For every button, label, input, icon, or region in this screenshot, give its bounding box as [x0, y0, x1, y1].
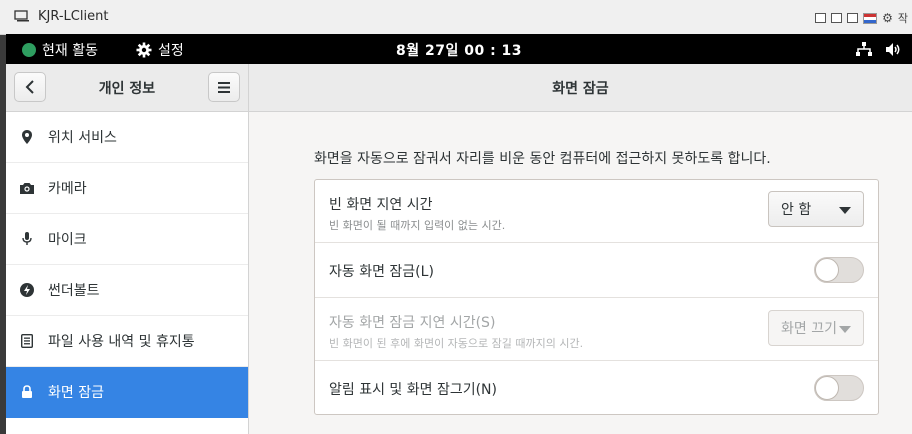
gear-icon[interactable]: ⚙	[882, 12, 893, 24]
sidebar-item-label: 파일 사용 내역 및 휴지통	[48, 334, 195, 350]
sidebar-item-label: 카메라	[48, 181, 87, 197]
network-icon[interactable]	[856, 42, 872, 57]
settings-window: 개인 정보 화면 잠금 위치 서비스 카메라 마이크 썬더볼트 파일 사용 내역…	[6, 64, 912, 434]
blank-screen-delay-title: 빈 화면 지연 시간	[329, 197, 433, 213]
sidebar-item-camera[interactable]: 카메라	[6, 163, 248, 214]
sidebar-item-thunderbolt[interactable]: 썬더볼트	[6, 265, 248, 316]
top-bar: 현재 활동 설정 8월 27일 00 : 13	[6, 34, 912, 64]
sidebar: 위치 서비스 카메라 마이크 썬더볼트 파일 사용 내역 및 휴지통 화면 잠금	[6, 112, 249, 434]
lock-icon	[20, 385, 34, 399]
maximize-icon[interactable]	[847, 13, 859, 23]
blank-screen-delay-subtitle: 빈 화면이 될 때까지 입력이 없는 시간.	[329, 219, 506, 232]
auto-lock-delay-subtitle: 빈 화면이 된 후에 화면이 자동으로 잠길 때까지의 시간.	[329, 337, 584, 350]
blank-screen-delay-value: 안 함	[781, 202, 812, 218]
content-header: 화면 잠금	[249, 64, 912, 112]
client-titlebar: KJR-LClient ⚙ 작	[0, 0, 912, 35]
sidebar-item-location[interactable]: 위치 서비스	[6, 112, 248, 163]
blank-screen-delay-dropdown[interactable]: 안 함	[768, 191, 864, 227]
sidebar-header: 개인 정보	[6, 64, 249, 112]
auto-lock-delay-value: 화면 끄기	[781, 321, 837, 337]
auto-lock-delay-dropdown: 화면 끄기	[768, 310, 864, 346]
page-title: 화면 잠금	[552, 81, 609, 97]
screen-lock-panel: 화면을 자동으로 잠궈서 자리를 비운 동안 컴퓨터에 접근하지 못하도록 합니…	[249, 112, 912, 434]
settings-app-menu[interactable]: 설정	[136, 40, 184, 60]
auto-lock-title: 자동 화면 잠금(L)	[329, 264, 434, 280]
blank-screen-delay-row[interactable]: 빈 화면 지연 시간 빈 화면이 될 때까지 입력이 없는 시간. 안 함	[315, 180, 878, 243]
auto-lock-row[interactable]: 자동 화면 잠금(L)	[315, 243, 878, 298]
client-title: KJR-LClient	[38, 9, 109, 24]
sidebar-item-screen-lock[interactable]: 화면 잠금	[6, 367, 248, 418]
clock[interactable]: 8월 27일 00 : 13	[396, 40, 522, 60]
volume-icon[interactable]	[885, 42, 902, 57]
client-controls-label: 작	[897, 12, 908, 25]
switch-knob	[815, 258, 839, 282]
dropdown-arrow-icon	[839, 207, 851, 214]
hamburger-menu-icon	[218, 81, 230, 93]
activities-icon	[22, 43, 36, 57]
activities-label: 현재 활동	[42, 43, 98, 59]
monitor-icon	[14, 10, 29, 22]
restore-icon[interactable]	[815, 13, 827, 23]
location-pin-icon	[20, 130, 34, 144]
settings-label: 설정	[158, 43, 184, 59]
thunderbolt-icon	[20, 283, 34, 297]
sidebar-item-file-history[interactable]: 파일 사용 내역 및 휴지통	[6, 316, 248, 367]
flag-icon[interactable]	[863, 12, 878, 24]
camera-icon	[20, 181, 34, 195]
gear-icon	[136, 42, 152, 58]
menu-button[interactable]	[208, 72, 240, 102]
settings-list: 빈 화면 지연 시간 빈 화면이 될 때까지 입력이 없는 시간. 안 함 자동…	[314, 179, 879, 415]
sidebar-item-label: 마이크	[48, 232, 87, 248]
sidebar-item-label: 위치 서비스	[48, 130, 117, 146]
microphone-icon	[20, 232, 34, 246]
lock-notifications-switch[interactable]	[814, 375, 864, 401]
sidebar-item-microphone[interactable]: 마이크	[6, 214, 248, 265]
client-controls: ⚙ 작	[815, 10, 912, 26]
auto-lock-delay-title: 자동 화면 잠금 지연 시간(S)	[329, 315, 496, 331]
auto-lock-delay-row: 자동 화면 잠금 지연 시간(S) 빈 화면이 된 후에 화면이 자동으로 잠길…	[315, 298, 878, 361]
dropdown-arrow-icon	[839, 326, 851, 333]
sidebar-item-label: 썬더볼트	[48, 283, 100, 299]
lock-notifications-row[interactable]: 알림 표시 및 화면 잠그기(N)	[315, 361, 878, 414]
window-icon[interactable]	[831, 13, 843, 23]
page-description: 화면을 자동으로 잠궈서 자리를 비운 동안 컴퓨터에 접근하지 못하도록 합니…	[314, 151, 771, 167]
activities-button[interactable]: 현재 활동	[22, 40, 98, 60]
lock-notifications-title: 알림 표시 및 화면 잠그기(N)	[329, 382, 497, 398]
switch-knob	[815, 376, 839, 400]
sidebar-item-label: 화면 잠금	[48, 385, 104, 401]
file-history-icon	[20, 334, 34, 348]
auto-lock-switch[interactable]	[814, 257, 864, 283]
